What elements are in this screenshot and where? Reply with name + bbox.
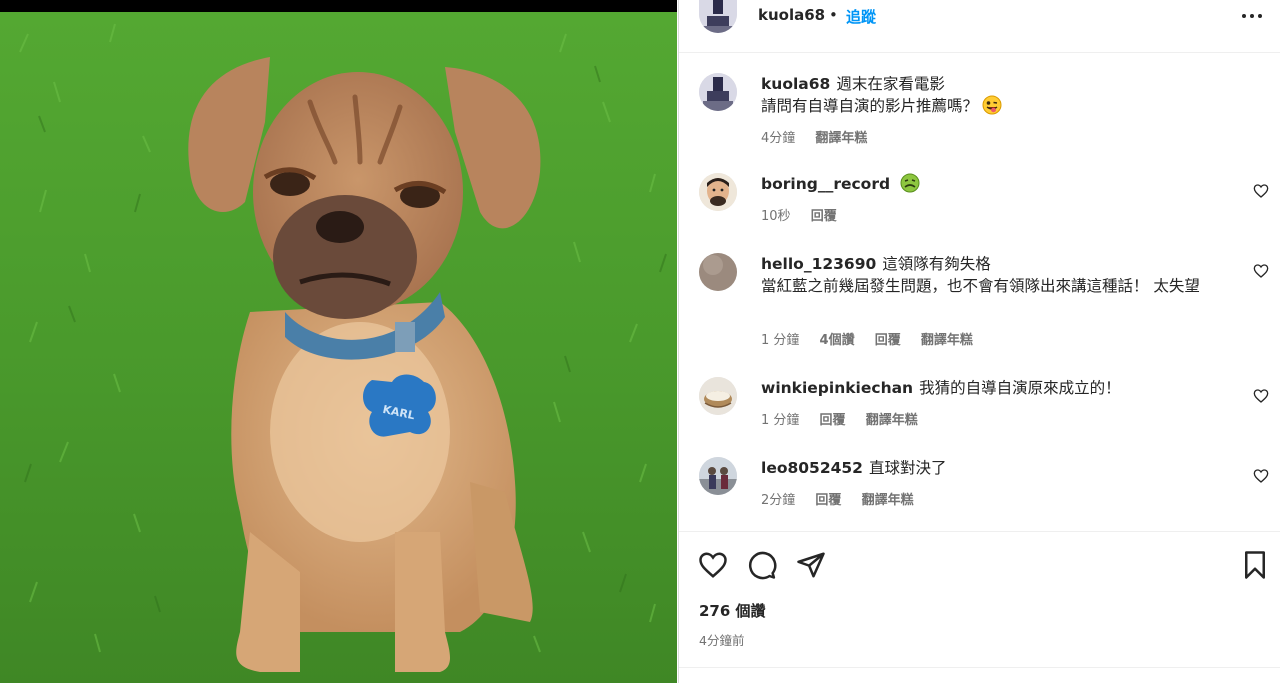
caption-time: 4分鐘 <box>761 131 796 146</box>
comment-like-icon[interactable] <box>1253 388 1269 404</box>
comment-time: 1 分鐘 <box>761 333 800 348</box>
bookmark-icon[interactable] <box>1240 550 1270 580</box>
commenter-avatar[interactable] <box>699 173 737 211</box>
comment-reply-link[interactable]: 回覆 <box>875 333 901 348</box>
heart-icon[interactable] <box>698 550 728 580</box>
comment-icon[interactable] <box>747 550 777 580</box>
post-header: kuola68 • 追蹤 <box>679 0 1280 53</box>
winking-tongue-emoji-icon <box>982 95 1002 115</box>
comment-reply-link[interactable]: 回覆 <box>815 493 841 508</box>
comment-username[interactable]: leo8052452 <box>761 459 863 477</box>
header-separator: • <box>829 6 838 24</box>
author-username[interactable]: kuola68 <box>758 6 825 24</box>
commenter-avatar[interactable] <box>699 377 737 415</box>
follow-button[interactable]: 追蹤 <box>846 6 876 27</box>
comment-like-icon[interactable] <box>1253 468 1269 484</box>
comment-text-cont: 當紅藍之前幾屆發生問題，也不會有領隊出來講這種話！ 太失望 <box>761 277 1200 295</box>
post-actions: 276 個讚 4分鐘前 <box>679 531 1280 683</box>
comment-username[interactable]: winkiepinkiechan <box>761 379 913 397</box>
dog-photo: KARL <box>0 12 677 683</box>
divider <box>679 667 1280 668</box>
comment-like-count[interactable]: 4個讚 <box>820 333 855 348</box>
more-icon[interactable] <box>1241 2 1263 28</box>
nauseated-face-emoji-icon <box>900 173 920 193</box>
caption-line-2: 請問有自導自演的影片推薦嗎？ <box>761 97 979 115</box>
caption-translate-link[interactable]: 翻譯年糕 <box>815 131 867 146</box>
comment-like-icon[interactable] <box>1253 263 1269 279</box>
comment-text: 直球對決了 <box>868 459 947 477</box>
caption-avatar[interactable] <box>699 73 737 111</box>
caption-username[interactable]: kuola68 <box>761 75 830 93</box>
comment-reply-link[interactable]: 回覆 <box>820 413 846 428</box>
media-top-bar <box>0 0 677 12</box>
comment-translate-link[interactable]: 翻譯年糕 <box>921 333 973 348</box>
post-media[interactable]: KARL <box>0 0 677 683</box>
comment-time: 10秒 <box>761 209 791 224</box>
caption-line-1: 週末在家看電影 <box>836 75 945 93</box>
comment-username[interactable]: boring__record <box>761 175 890 193</box>
comment-time: 2分鐘 <box>761 493 796 508</box>
comment-translate-link[interactable]: 翻譯年糕 <box>862 493 914 508</box>
comment-username[interactable]: hello_123690 <box>761 255 876 273</box>
likes-count[interactable]: 276 個讚 <box>699 600 766 621</box>
comment-text: 我猜的自導自演原來成立的！ <box>919 379 1121 397</box>
comment-text: 這領隊有夠失格 <box>882 255 991 273</box>
comment-translate-link[interactable]: 翻譯年糕 <box>866 413 918 428</box>
comment-time: 1 分鐘 <box>761 413 800 428</box>
commenter-avatar[interactable] <box>699 457 737 495</box>
comment-like-icon[interactable] <box>1253 183 1269 199</box>
commenter-avatar[interactable] <box>699 253 737 291</box>
comment-reply-link[interactable]: 回覆 <box>811 209 837 224</box>
author-avatar[interactable] <box>699 0 737 33</box>
post-side-panel: kuola68 • 追蹤 kuola68 週末在家看電影 請問有自導自演的影片推薦… <box>678 0 1280 683</box>
post-time: 4分鐘前 <box>699 633 745 648</box>
share-icon[interactable] <box>796 550 826 580</box>
